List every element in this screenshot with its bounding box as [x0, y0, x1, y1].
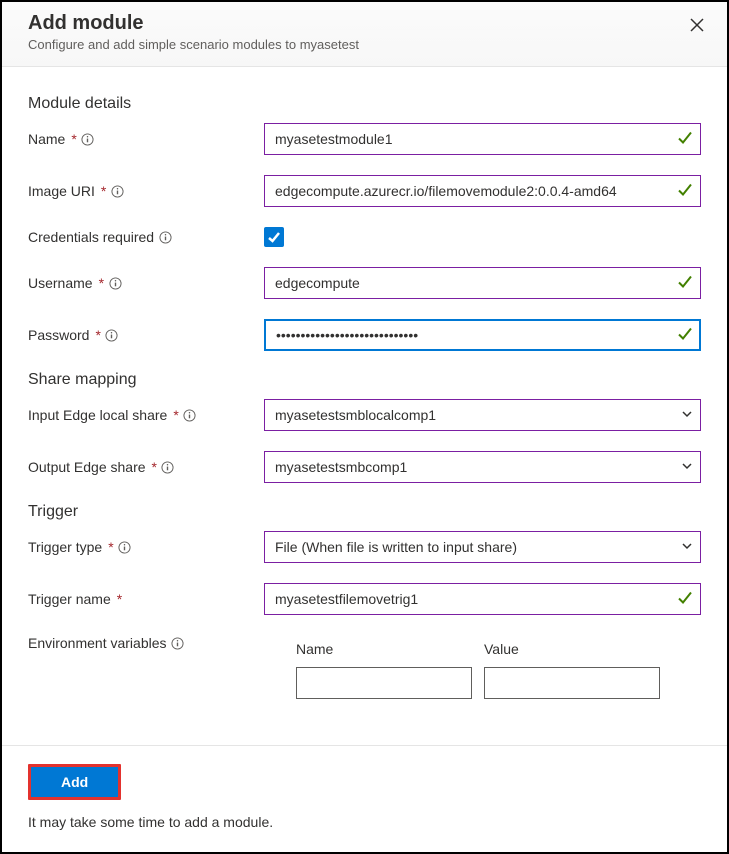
section-module-details: Module details: [28, 95, 701, 113]
output-share-label: Output Edge share: [28, 459, 146, 475]
required-indicator: *: [152, 459, 157, 475]
section-share-mapping: Share mapping: [28, 371, 701, 389]
section-trigger: Trigger: [28, 503, 701, 521]
footer-note: It may take some time to add a module.: [28, 814, 701, 830]
env-value-input[interactable]: [484, 667, 660, 699]
info-icon[interactable]: [110, 184, 124, 198]
env-value-header: Value: [484, 641, 660, 657]
trigger-type-label: Trigger type: [28, 539, 102, 555]
trigger-type-select[interactable]: File (When file is written to input shar…: [264, 531, 701, 563]
input-share-select[interactable]: myasetestsmblocalcomp1: [264, 399, 701, 431]
panel-footer: Add It may take some time to add a modul…: [2, 745, 727, 852]
required-indicator: *: [71, 131, 76, 147]
trigger-name-label: Trigger name: [28, 591, 111, 607]
password-label: Password: [28, 327, 89, 343]
close-button[interactable]: [683, 12, 711, 40]
image-uri-input[interactable]: [264, 175, 701, 207]
info-icon[interactable]: [161, 460, 175, 474]
name-label: Name: [28, 131, 65, 147]
password-input[interactable]: [264, 319, 701, 351]
name-input[interactable]: [264, 123, 701, 155]
credentials-checkbox[interactable]: [264, 227, 284, 247]
input-share-label: Input Edge local share: [28, 407, 167, 423]
required-indicator: *: [173, 407, 178, 423]
info-icon[interactable]: [171, 636, 185, 650]
info-icon[interactable]: [108, 276, 122, 290]
panel-header: Add module Configure and add simple scen…: [2, 2, 727, 67]
info-icon[interactable]: [81, 132, 95, 146]
required-indicator: *: [99, 275, 104, 291]
panel-subtitle: Configure and add simple scenario module…: [28, 37, 701, 52]
env-name-input[interactable]: [296, 667, 472, 699]
env-name-header: Name: [296, 641, 472, 657]
username-input[interactable]: [264, 267, 701, 299]
checkmark-icon: [267, 230, 281, 244]
output-share-select[interactable]: myasetestsmbcomp1: [264, 451, 701, 483]
info-icon[interactable]: [183, 408, 197, 422]
panel-title: Add module: [28, 12, 701, 35]
trigger-name-input[interactable]: [264, 583, 701, 615]
required-indicator: *: [108, 539, 113, 555]
required-indicator: *: [95, 327, 100, 343]
required-indicator: *: [101, 183, 106, 199]
close-icon: [690, 19, 704, 35]
env-vars-label: Environment variables: [28, 635, 167, 651]
info-icon[interactable]: [105, 328, 119, 342]
required-indicator: *: [117, 591, 122, 607]
username-label: Username: [28, 275, 93, 291]
add-button[interactable]: Add: [31, 767, 118, 797]
image-uri-label: Image URI: [28, 183, 95, 199]
info-icon[interactable]: [158, 230, 172, 244]
info-icon[interactable]: [118, 540, 132, 554]
credentials-label: Credentials required: [28, 229, 154, 245]
